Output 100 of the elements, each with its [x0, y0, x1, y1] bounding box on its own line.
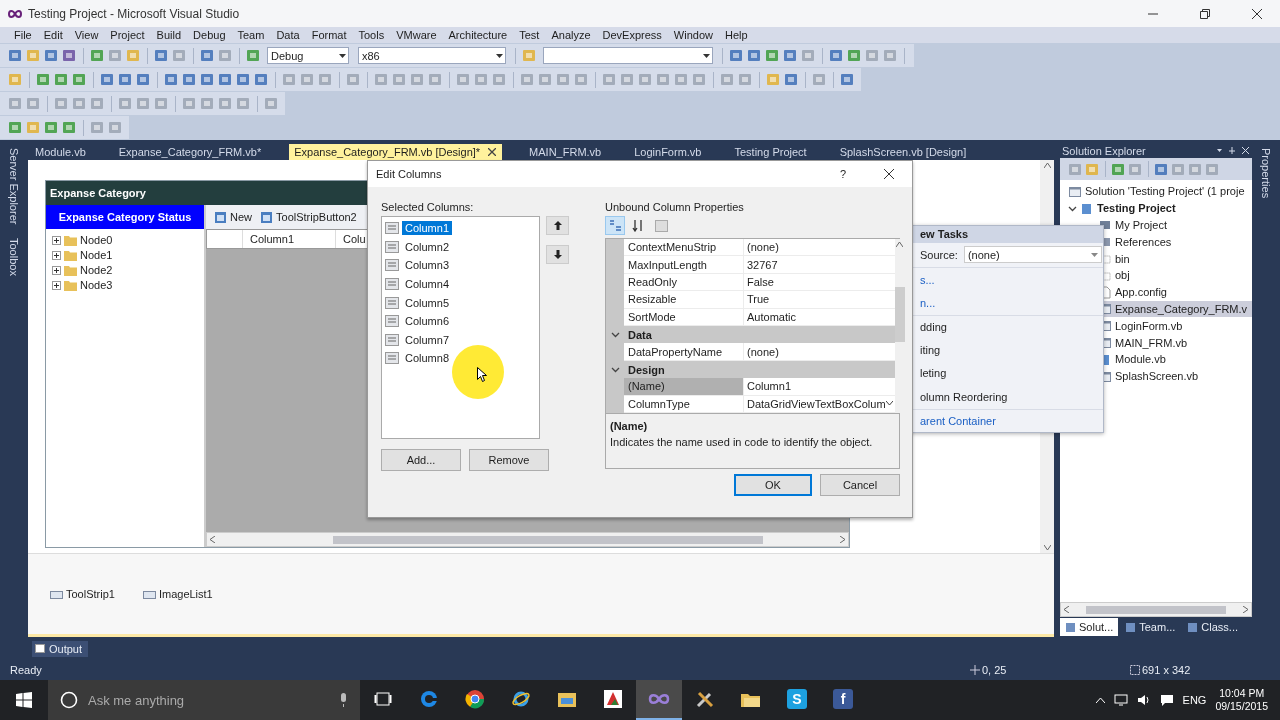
tool-icon[interactable] [1154, 161, 1169, 177]
chevron-down-icon[interactable] [610, 365, 620, 375]
tool-icon[interactable] [520, 72, 535, 87]
scroll-right-icon[interactable] [1243, 606, 1248, 613]
tool-icon[interactable] [538, 72, 553, 87]
menu-item[interactable]: File [8, 29, 38, 41]
ok-button[interactable]: OK [734, 474, 812, 496]
menu-item[interactable]: Architecture [442, 29, 514, 41]
tree-item[interactable]: Solution 'Testing Project' (1 proje [1085, 185, 1245, 198]
sort-button[interactable] [605, 216, 625, 235]
menu-item[interactable]: VMware [390, 29, 443, 41]
output-tab[interactable]: Output [32, 640, 89, 657]
menu-item[interactable]: Project [104, 29, 151, 41]
tool-icon[interactable] [44, 120, 59, 135]
find-dropdown[interactable] [543, 47, 713, 64]
scroll-up-icon[interactable] [896, 242, 904, 247]
menu-item[interactable]: Tools [352, 29, 391, 41]
menu-item[interactable]: Window [667, 29, 719, 41]
tree-node[interactable]: Node1 [80, 249, 113, 261]
tool-icon[interactable] [738, 72, 753, 87]
property-value[interactable]: False [747, 276, 774, 288]
scroll-left-icon[interactable] [210, 536, 215, 543]
tool-icon[interactable] [200, 96, 215, 111]
scroll-thumb[interactable] [1086, 605, 1226, 614]
tool-icon[interactable] [90, 48, 105, 63]
tool-icon[interactable] [474, 72, 489, 87]
expand-icon[interactable] [52, 265, 61, 275]
tool-icon[interactable] [674, 72, 689, 87]
list-item[interactable]: Column4 [402, 277, 453, 292]
tool-icon[interactable] [456, 72, 471, 87]
property-name[interactable]: ContextMenuStrip [624, 239, 744, 257]
tool-window-tab[interactable]: Toolbox [8, 238, 20, 277]
menu-item[interactable]: Help [719, 29, 754, 41]
tool-icon[interactable] [346, 72, 361, 87]
tool-icon[interactable] [90, 120, 105, 135]
list-item[interactable]: Column3 [402, 258, 453, 273]
tool-icon[interactable] [264, 96, 279, 111]
tool-icon[interactable] [865, 48, 880, 63]
toolstrip-button[interactable]: New [214, 210, 252, 224]
panel-tab[interactable]: Team... [1120, 618, 1181, 636]
tool-icon[interactable] [8, 96, 23, 111]
tool-icon[interactable] [840, 72, 855, 87]
close-icon[interactable] [488, 148, 497, 156]
tool-icon[interactable] [108, 48, 123, 63]
tool-icon[interactable] [829, 48, 844, 63]
list-item[interactable]: Column5 [402, 295, 453, 310]
property-value[interactable]: DataGridViewTextBoxColum [747, 397, 886, 410]
tool-icon[interactable] [692, 72, 707, 87]
tool-icon[interactable] [318, 72, 333, 87]
menu-item[interactable]: Analyze [545, 29, 597, 41]
tool-icon[interactable] [784, 72, 799, 87]
menu-item[interactable]: Test [513, 29, 546, 41]
tool-icon[interactable] [883, 48, 898, 63]
menu-item[interactable]: Data [270, 29, 306, 41]
property-value[interactable]: (none) [747, 345, 779, 358]
tool-icon[interactable] [118, 96, 133, 111]
tool-icon[interactable] [164, 72, 179, 87]
language-indicator[interactable]: ENG [1182, 694, 1207, 706]
menu-item[interactable]: View [68, 29, 105, 41]
document-tab[interactable]: Expanse_Category_FRM.vb* [113, 144, 268, 160]
tool-icon[interactable] [556, 72, 571, 87]
tool-icon[interactable] [218, 96, 233, 111]
tool-icon[interactable] [254, 72, 269, 87]
menu-item[interactable]: Edit [37, 29, 69, 41]
list-item[interactable]: Column6 [402, 314, 453, 329]
list-item[interactable]: Column2 [402, 239, 453, 254]
property-value[interactable]: 32767 [747, 258, 778, 271]
tool-window-tab[interactable]: Server Explorer [8, 148, 20, 225]
tool-icon[interactable] [236, 96, 251, 111]
panel-tab[interactable]: Class... [1182, 618, 1243, 636]
chevron-down-icon[interactable] [610, 330, 620, 340]
search-field[interactable]: Ask me anything [48, 680, 360, 720]
tool-icon[interactable] [747, 48, 762, 63]
expand-icon[interactable] [52, 280, 61, 290]
tool-icon[interactable] [1188, 161, 1203, 177]
remove-button[interactable]: Remove [469, 449, 549, 471]
tool-icon[interactable] [118, 72, 133, 87]
microphone-icon[interactable] [339, 693, 348, 707]
tool-icon[interactable] [154, 48, 169, 63]
panel-controls-icon[interactable] [1216, 146, 1250, 155]
tool-icon[interactable] [783, 48, 798, 63]
tool-icon[interactable] [72, 96, 87, 111]
expand-icon[interactable] [52, 250, 61, 260]
menu-item[interactable]: Format [305, 29, 353, 41]
tool-icon[interactable] [36, 72, 51, 87]
tool-icon[interactable] [218, 72, 233, 87]
component-item[interactable]: ToolStrip1 [50, 588, 115, 600]
network-icon[interactable] [1113, 694, 1128, 706]
tool-icon[interactable] [100, 72, 115, 87]
cancel-button[interactable]: Cancel [820, 474, 900, 496]
property-name[interactable]: MaxInputLength [624, 256, 744, 274]
chevron-up-icon[interactable] [1095, 697, 1105, 703]
scroll-down-icon[interactable] [1043, 545, 1051, 550]
tool-icon[interactable] [656, 72, 671, 87]
clock-date[interactable]: 09/15/2015 [1215, 700, 1268, 713]
document-tab[interactable]: Testing Project [729, 144, 813, 160]
taskbar-app-button[interactable]: f [820, 680, 866, 720]
tree-node[interactable]: Node3 [80, 279, 113, 291]
panel-tab[interactable]: Solut... [1060, 618, 1119, 636]
tool-icon[interactable] [374, 72, 389, 87]
